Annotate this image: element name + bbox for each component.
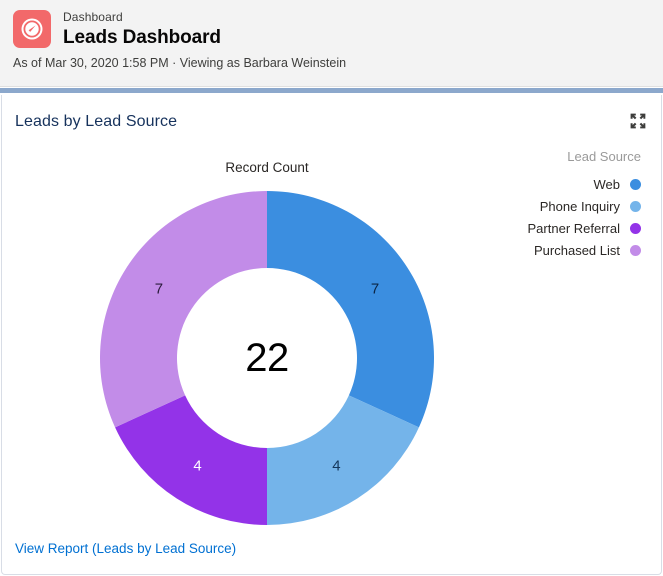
legend-item-label: Purchased List — [534, 242, 620, 258]
page-header: Dashboard Leads Dashboard As of Mar 30, … — [0, 0, 663, 87]
dashboard-page: Dashboard Leads Dashboard As of Mar 30, … — [0, 0, 663, 576]
legend-item-label: Partner Referral — [527, 220, 620, 236]
breadcrumb[interactable]: Dashboard — [63, 10, 221, 24]
legend-color-swatch — [630, 178, 641, 190]
dashboard-widget-card: Leads by Lead Source Lead Source Web Phon… — [1, 95, 662, 575]
legend-item-label: Phone Inquiry — [539, 198, 620, 214]
donut-chart: 22 7447 — [99, 190, 435, 526]
dashboard-gauge-icon — [13, 10, 51, 48]
legend-item-partner-referral[interactable]: Partner Referral — [481, 217, 641, 239]
widget-title: Leads by Lead Source — [15, 113, 178, 130]
page-title: Leads Dashboard — [63, 27, 221, 48]
header-identity: Dashboard Leads Dashboard — [13, 10, 221, 50]
legend-item-web[interactable]: Web — [481, 173, 641, 195]
donut-slice[interactable] — [267, 191, 435, 428]
legend-item-phone-inquiry[interactable]: Phone Inquiry — [481, 195, 641, 217]
view-report-link[interactable]: View Report (Leads by Lead Source) — [15, 541, 236, 556]
expand-fullscreen-icon[interactable] — [627, 110, 649, 132]
legend-rows: Web Phone Inquiry Partner Referral Purchase… — [481, 173, 641, 261]
legend-color-swatch — [630, 244, 641, 256]
header-meta-text: As of Mar 30, 2020 1:58 PM · Viewing as … — [13, 56, 347, 70]
legend-item-purchased-list[interactable]: Purchased List — [481, 239, 641, 261]
donut-slice[interactable] — [99, 191, 267, 428]
legend-color-swatch — [630, 200, 641, 212]
legend-color-swatch — [630, 222, 641, 234]
accent-divider-bar — [0, 88, 663, 93]
legend-item-label: Web — [593, 176, 621, 192]
chart-measure-label: Record Count — [225, 160, 309, 175]
header-titles: Dashboard Leads Dashboard — [63, 10, 221, 50]
